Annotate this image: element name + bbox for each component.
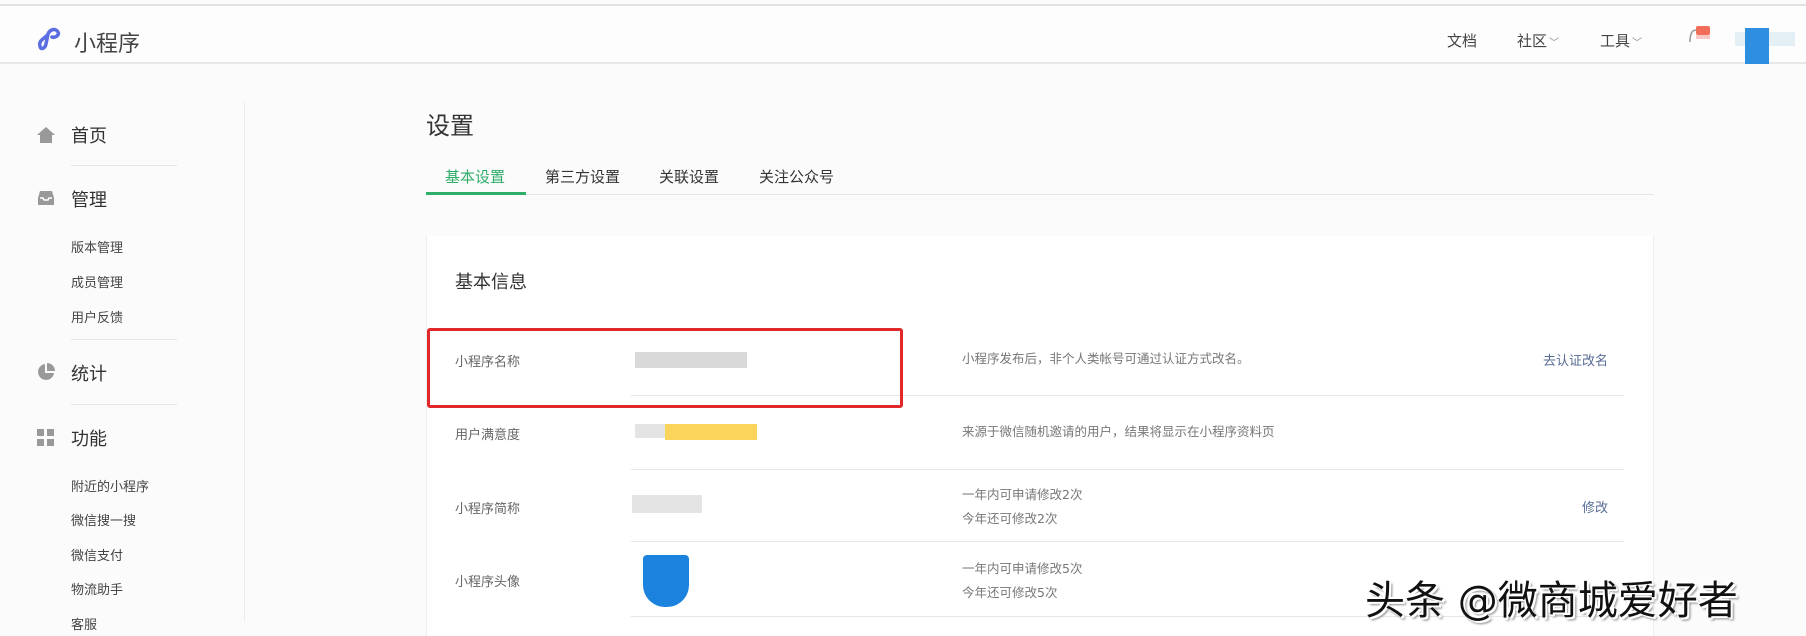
row-desc-short-name-2: 今年还可修改2次 bbox=[962, 511, 1058, 526]
top-header: 小程序 文档 社区 ﹀ 工具 ﹀ bbox=[0, 6, 1806, 64]
sidebar-item-version[interactable]: 版本管理 bbox=[71, 237, 123, 256]
row-label-satisfaction: 用户满意度 bbox=[455, 428, 521, 443]
tab-association[interactable]: 关联设置 bbox=[659, 166, 719, 187]
tab-divider bbox=[426, 194, 1654, 195]
star-rating bbox=[665, 424, 757, 440]
modify-short-name-link[interactable]: 修改 bbox=[1582, 497, 1608, 516]
nav-tools[interactable]: 工具 ﹀ bbox=[1600, 30, 1642, 51]
nav-community-label: 社区 bbox=[1517, 32, 1548, 50]
row-divider bbox=[631, 541, 1624, 542]
sidebar-item-logistics[interactable]: 物流助手 bbox=[71, 579, 123, 598]
sidebar-item-features[interactable]: 功能 bbox=[71, 425, 107, 451]
active-tab-indicator bbox=[426, 192, 526, 195]
sidebar-item-members[interactable]: 成员管理 bbox=[71, 272, 123, 291]
sidebar-divider bbox=[71, 404, 177, 405]
nav-tools-label: 工具 bbox=[1600, 32, 1631, 50]
sidebar-divider bbox=[71, 339, 177, 340]
avatar[interactable] bbox=[1745, 28, 1769, 64]
tab-follow-account[interactable]: 关注公众号 bbox=[759, 166, 834, 187]
bell-icon[interactable] bbox=[1684, 24, 1712, 46]
sidebar-item-feedback[interactable]: 用户反馈 bbox=[71, 307, 123, 326]
tab-third-party[interactable]: 第三方设置 bbox=[545, 166, 620, 187]
nav-docs[interactable]: 文档 bbox=[1447, 30, 1477, 51]
sidebar-item-service[interactable]: 客服 bbox=[71, 614, 97, 633]
sidebar-item-nearby[interactable]: 附近的小程序 bbox=[71, 476, 149, 495]
row-desc-satisfaction: 来源于微信随机邀请的用户，结果将显示在小程序资料页 bbox=[962, 424, 1275, 439]
sidebar-divider bbox=[244, 102, 245, 622]
app-avatar bbox=[643, 555, 689, 607]
brand-title: 小程序 bbox=[74, 32, 141, 57]
short-name-blurred bbox=[632, 495, 702, 513]
sidebar-divider bbox=[71, 165, 177, 166]
row-label-avatar: 小程序头像 bbox=[455, 575, 521, 590]
tab-basic[interactable]: 基本设置 bbox=[445, 166, 505, 187]
grid-icon bbox=[37, 429, 54, 446]
row-desc-name: 小程序发布后，非个人类帐号可通过认证方式改名。 bbox=[962, 351, 1250, 366]
sidebar-item-stats[interactable]: 统计 bbox=[71, 360, 107, 386]
satisfaction-blur bbox=[635, 424, 665, 438]
miniprogram-logo-icon bbox=[37, 27, 61, 51]
chevron-down-icon: ﹀ bbox=[1549, 38, 1560, 49]
inbox-icon bbox=[38, 191, 54, 205]
verify-rename-link[interactable]: 去认证改名 bbox=[1543, 350, 1608, 369]
sidebar-item-search[interactable]: 微信搜一搜 bbox=[71, 510, 136, 529]
chevron-down-icon: ﹀ bbox=[1632, 38, 1643, 49]
nav-community[interactable]: 社区 ﹀ bbox=[1517, 30, 1559, 51]
row-desc-short-name-1: 一年内可申请修改2次 bbox=[962, 487, 1083, 502]
home-icon bbox=[37, 127, 55, 143]
sidebar-item-manage[interactable]: 管理 bbox=[71, 186, 107, 212]
pie-chart-icon bbox=[38, 363, 55, 380]
row-desc-avatar-1: 一年内可申请修改5次 bbox=[962, 561, 1083, 576]
row-label-short-name: 小程序简称 bbox=[455, 502, 521, 517]
watermark: 头条 @微商城爱好者 bbox=[1365, 578, 1738, 624]
card-title: 基本信息 bbox=[455, 272, 527, 293]
sidebar-item-pay[interactable]: 微信支付 bbox=[71, 545, 123, 564]
sidebar-item-home[interactable]: 首页 bbox=[71, 122, 107, 148]
page-title: 设置 bbox=[426, 112, 474, 140]
row-desc-avatar-2: 今年还可修改5次 bbox=[962, 585, 1058, 600]
highlight-box bbox=[427, 328, 903, 408]
row-divider bbox=[631, 469, 1624, 470]
